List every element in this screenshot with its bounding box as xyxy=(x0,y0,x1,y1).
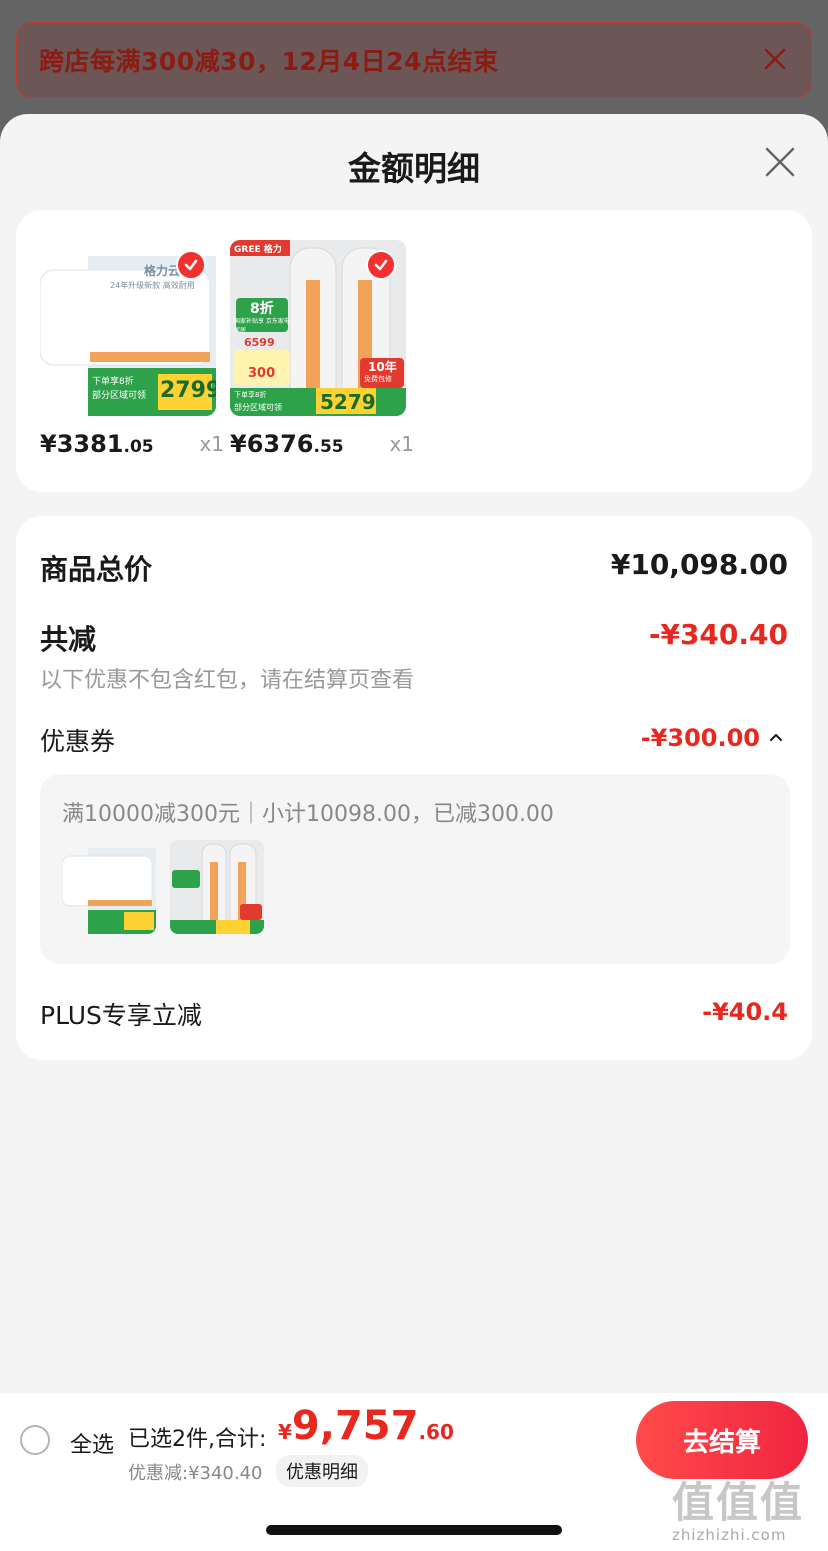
product-warranty: 10年 xyxy=(368,360,397,374)
watermark-logo: 值值值 zhizhizhi.com xyxy=(672,1469,822,1544)
price-int: ¥6376 xyxy=(230,430,314,458)
products-card: 格力云佳 24年升级新款 高效耐用 下单享8折 部分区域可领 2799 ¥338… xyxy=(16,210,812,492)
chevron-up-icon[interactable] xyxy=(768,730,784,744)
plus-label: PLUS专享立减 xyxy=(40,1001,202,1030)
price-dec: .55 xyxy=(313,437,344,457)
total-price-value: ¥10,098.00 xyxy=(610,548,788,581)
total-yen: ¥ xyxy=(278,1420,292,1444)
air-conditioner-thumb xyxy=(62,848,156,934)
product-price: ¥6376.55 xyxy=(230,430,344,458)
discount-note: 以下优惠不包含红包，请在结算页查看 xyxy=(40,668,415,693)
product-image-ac[interactable]: 格力云佳 24年升级新款 高效耐用 下单享8折 部分区域可领 2799 xyxy=(40,240,216,416)
plus-value: -¥40.4 xyxy=(702,998,788,1026)
checkout-bar: 全选 已选2件,合计: ¥9,757.60 优惠减:¥340.40 优惠明细 去… xyxy=(0,1393,828,1551)
promo-banner-text: 跨店每满300减30，12月4日24点结束 xyxy=(39,47,499,76)
product-qty: x1 xyxy=(199,432,224,456)
banner-close-icon[interactable] xyxy=(761,45,789,73)
reduce-value: -¥340.40 xyxy=(648,618,788,651)
promo-line2: 部分区域可领 xyxy=(234,403,282,412)
coupon-desc: 满10000减300元｜小计10098.00，已减300.00 xyxy=(62,802,554,827)
product-price: ¥3381.05 xyxy=(40,430,154,458)
product-qty: x1 xyxy=(389,432,414,456)
coupon-value[interactable]: -¥300.00 xyxy=(641,724,760,752)
promo-line1: 下单享8折 xyxy=(92,377,134,387)
selected-check-icon[interactable] xyxy=(176,250,206,280)
coupon-detail-box: 满10000减300元｜小计10098.00，已减300.00 xyxy=(40,774,790,964)
reduce-label: 共减 xyxy=(40,623,97,656)
price-int: ¥3381 xyxy=(40,430,124,458)
coupon-label: 优惠券 xyxy=(40,727,116,756)
product-image-floor-ac[interactable]: GREE 格力 8折 国家补贴享 京东家电家居 6599 300 10年 免费包… xyxy=(230,240,406,416)
price-dec: .05 xyxy=(123,437,154,457)
promo-banner: 跨店每满300减30，12月4日24点结束 xyxy=(16,22,812,98)
product-image-subtitle: 国家补贴享 京东家电家居 xyxy=(234,318,290,334)
promo-line1: 下单享8折 xyxy=(234,391,267,399)
promo-price: 5279 xyxy=(320,390,376,414)
price-summary-card: 商品总价 ¥10,098.00 共减 -¥340.40 以下优惠不包含红包，请在… xyxy=(16,516,812,1060)
coupon-product-thumb xyxy=(62,840,156,934)
selected-summary: 已选2件,合计: xyxy=(128,1427,267,1452)
product-price-tag: 6599 xyxy=(244,336,275,349)
product-off: 300 xyxy=(248,366,276,381)
total-price-label: 商品总价 xyxy=(40,553,153,586)
total-amount: ¥9,757.60 xyxy=(278,1403,454,1449)
product-warranty-sub: 免费包修 xyxy=(364,375,392,383)
selected-check-icon[interactable] xyxy=(366,250,396,280)
total-int: 9,757 xyxy=(291,1403,419,1449)
floor-air-conditioner-thumb xyxy=(170,840,264,934)
select-all-radio[interactable] xyxy=(20,1425,50,1455)
product-brand: GREE 格力 xyxy=(234,245,282,255)
checkout-button[interactable]: 去结算 xyxy=(636,1401,808,1479)
sheet-title: 金额明细 xyxy=(348,149,480,188)
total-dec: .60 xyxy=(418,1420,454,1444)
discount-detail-button[interactable]: 优惠明细 xyxy=(276,1455,368,1487)
promo-price: 2799 xyxy=(160,378,216,403)
home-indicator xyxy=(266,1525,562,1535)
product-item[interactable]: 格力云佳 24年升级新款 高效耐用 下单享8折 部分区域可领 2799 ¥338… xyxy=(40,240,224,458)
coupon-product-thumb xyxy=(170,840,264,934)
product-item[interactable]: GREE 格力 8折 国家补贴享 京东家电家居 6599 300 10年 免费包… xyxy=(230,240,414,458)
watermark-big: 值值值 xyxy=(672,1478,805,1527)
discount-summary: 优惠减:¥340.40 xyxy=(128,1463,263,1484)
promo-line2: 部分区域可领 xyxy=(92,391,147,401)
product-badge: 8折 xyxy=(250,301,274,317)
amount-detail-sheet: 金额明细 格力云佳 24年升级新款 高效耐用 下单享8折 部分区域可领 2799 xyxy=(0,114,828,1551)
close-icon[interactable] xyxy=(764,146,796,178)
select-all-label[interactable]: 全选 xyxy=(70,1427,114,1459)
product-image-subtitle: 24年升级新款 高效耐用 xyxy=(110,281,195,290)
